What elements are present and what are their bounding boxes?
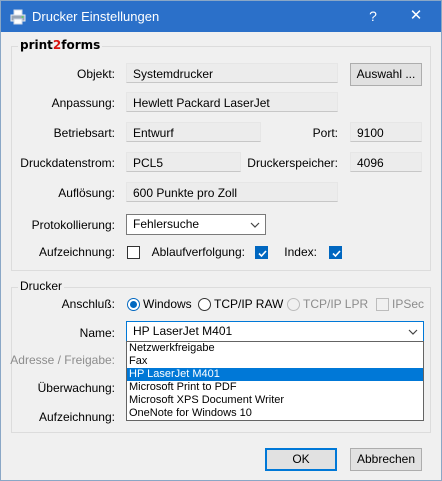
anschluss-tcpip-lpr-radio — [287, 298, 300, 311]
chevron-down-icon — [250, 219, 260, 229]
help-button[interactable]: ? — [359, 5, 387, 27]
name-select[interactable]: HP LaserJet M401 — [126, 321, 424, 342]
window-title: Drucker Einstellungen — [32, 9, 160, 24]
print2forms-brand: print2forms — [18, 38, 103, 52]
anpassung-field: Hewlett Packard LaserJet — [126, 92, 338, 112]
cancel-button[interactable]: Abbrechen — [350, 448, 422, 471]
name-value: HP LaserJet M401 — [133, 324, 233, 338]
checkmark-icon — [332, 250, 341, 258]
anpassung-label: Anpassung: — [51, 96, 115, 110]
betriebsart-field: Entwurf — [126, 122, 261, 142]
ok-button[interactable]: OK — [265, 448, 337, 471]
dropdown-item-fax[interactable]: Fax — [127, 355, 423, 368]
ablaufverfolgung-label: Ablaufverfolgung: — [151, 245, 245, 259]
port-field: 9100 — [350, 122, 422, 142]
index-label: Index: — [284, 245, 317, 259]
title-bar[interactable]: Drucker Einstellungen ? ✕ — [1, 1, 441, 32]
objekt-field: Systemdrucker — [126, 63, 338, 83]
druckerspeicher-label: Druckerspeicher: — [247, 156, 338, 170]
druckdatenstrom-label: Druckdatenstrom: — [20, 156, 115, 170]
name-label: Name: — [79, 326, 115, 340]
ablaufverfolgung-checkbox[interactable] — [255, 246, 268, 259]
aufloesung-field: 600 Punkte pro Zoll — [126, 182, 338, 202]
anschluss-windows-label[interactable]: Windows — [143, 297, 192, 311]
drucker-aufzeichnung-label: Aufzeichnung: — [38, 410, 115, 424]
ipsec-checkbox — [376, 298, 389, 311]
dialog-window: Drucker Einstellungen ? ✕ print2forms Ob… — [0, 0, 442, 481]
anschluss-label: Anschluß: — [61, 297, 115, 311]
dropdown-item-netzwerkfreigabe[interactable]: Netzwerkfreigabe — [127, 342, 423, 355]
anschluss-tcpip-raw-radio[interactable] — [198, 298, 211, 311]
protokollierung-select[interactable]: Fehlersuche — [126, 214, 266, 235]
index-checkbox[interactable] — [329, 246, 342, 259]
dropdown-item-microsoft-xps-document-writer[interactable]: Microsoft XPS Document Writer — [127, 394, 423, 407]
druckdatenstrom-field: PCL5 — [126, 152, 241, 172]
anschluss-tcpip-raw-label[interactable]: TCP/IP RAW — [214, 297, 283, 311]
aufloesung-label: Auflösung: — [58, 186, 115, 200]
printer-icon — [10, 9, 26, 25]
anschluss-tcpip-lpr-label: TCP/IP LPR — [303, 297, 369, 311]
anschluss-windows-radio[interactable] — [127, 298, 140, 311]
drucker-group-title: Drucker — [18, 279, 65, 293]
ipsec-label: IPSec — [392, 297, 425, 311]
ueberwachung-label: Überwachung: — [37, 381, 115, 395]
betriebsart-label: Betriebsart: — [53, 126, 115, 140]
objekt-label: Objekt: — [76, 67, 115, 81]
dropdown-item-onenote-for-windows-10[interactable]: OneNote for Windows 10 — [127, 407, 423, 420]
checkmark-icon — [258, 250, 267, 258]
protokollierung-label: Protokollierung: — [31, 218, 115, 232]
protokollierung-value: Fehlersuche — [133, 217, 200, 231]
name-dropdown-list: Netzwerkfreigabe Fax HP LaserJet M401 Mi… — [126, 341, 424, 421]
dropdown-item-microsoft-print-to-pdf[interactable]: Microsoft Print to PDF — [127, 381, 423, 394]
port-label: Port: — [312, 126, 338, 140]
aufzeichnung-label: Aufzeichnung: — [38, 245, 115, 259]
close-button[interactable]: ✕ — [402, 5, 430, 27]
aufzeichnung-checkbox[interactable] — [127, 246, 140, 259]
dropdown-item-hp-laserjet-m401[interactable]: HP LaserJet M401 — [127, 368, 423, 381]
auswahl-button[interactable]: Auswahl ... — [350, 63, 422, 86]
druckerspeicher-field: 4096 — [350, 152, 422, 172]
chevron-down-icon — [408, 326, 418, 336]
adresse-freigabe-label: Adresse / Freigabe: — [10, 353, 115, 367]
